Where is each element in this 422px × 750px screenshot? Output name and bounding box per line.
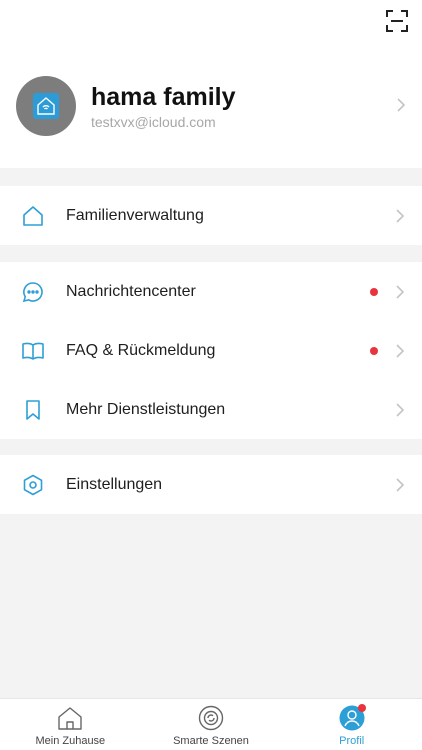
home-icon: [23, 205, 43, 226]
profile-name: hama family: [91, 83, 236, 111]
menu-label: Mehr Dienstleistungen: [66, 400, 226, 418]
notification-badge: [357, 704, 366, 712]
chevron-right-icon: [396, 477, 405, 492]
menu-group-settings: Einstellungen: [0, 455, 422, 514]
menu-label: Familienverwaltung: [66, 206, 204, 224]
tab-profile[interactable]: Profil: [281, 699, 422, 750]
profile-email: testxvx@icloud.com: [91, 114, 216, 130]
tab-label: Smarte Szenen: [173, 735, 249, 747]
chevron-right-icon: [396, 208, 405, 223]
tab-scenes[interactable]: Smarte Szenen: [141, 699, 282, 750]
menu-item-services[interactable]: Mehr Dienstleistungen: [0, 380, 422, 439]
bookmark-icon: [26, 399, 40, 420]
menu-label: Nachrichtencenter: [66, 282, 196, 300]
menu-item-messages[interactable]: Nachrichtencenter: [0, 262, 422, 321]
menu-item-faq[interactable]: FAQ & Rückmeldung: [0, 321, 422, 380]
menu-item-family[interactable]: Familienverwaltung: [0, 186, 422, 245]
menu-label: FAQ & Rückmeldung: [66, 341, 216, 359]
notification-badge: [370, 346, 378, 355]
chevron-right-icon: [396, 343, 405, 358]
book-icon: [22, 342, 44, 360]
menu-group-family: Familienverwaltung: [0, 186, 422, 245]
house-icon: [58, 707, 83, 730]
profile-header: hama family testxvx@icloud.com: [0, 0, 422, 168]
menu-label: Einstellungen: [66, 475, 163, 493]
menu-group-info: Nachrichtencenter FAQ & Rückmeldung Mehr…: [0, 262, 422, 439]
chevron-right-icon: [396, 402, 405, 417]
hama-logo: [33, 93, 59, 119]
avatar[interactable]: [16, 76, 76, 136]
scene-icon: [198, 705, 224, 731]
tab-label: Mein Zuhause: [35, 735, 106, 747]
profile-card[interactable]: hama family testxvx@icloud.com: [16, 76, 422, 136]
chat-icon: [22, 281, 43, 302]
menu-item-settings[interactable]: Einstellungen: [0, 455, 422, 514]
scan-icon: [386, 10, 408, 32]
notification-badge: [370, 287, 378, 296]
hexagon-settings-icon: [23, 474, 43, 495]
tab-label: Profil: [339, 735, 365, 747]
chevron-right-icon: [397, 98, 406, 112]
tab-home[interactable]: Mein Zuhause: [0, 699, 141, 750]
bottom-tab-bar: Mein Zuhause Smarte Szenen Profil: [0, 698, 422, 750]
chevron-right-icon: [396, 284, 405, 299]
scan-button[interactable]: [386, 10, 408, 32]
